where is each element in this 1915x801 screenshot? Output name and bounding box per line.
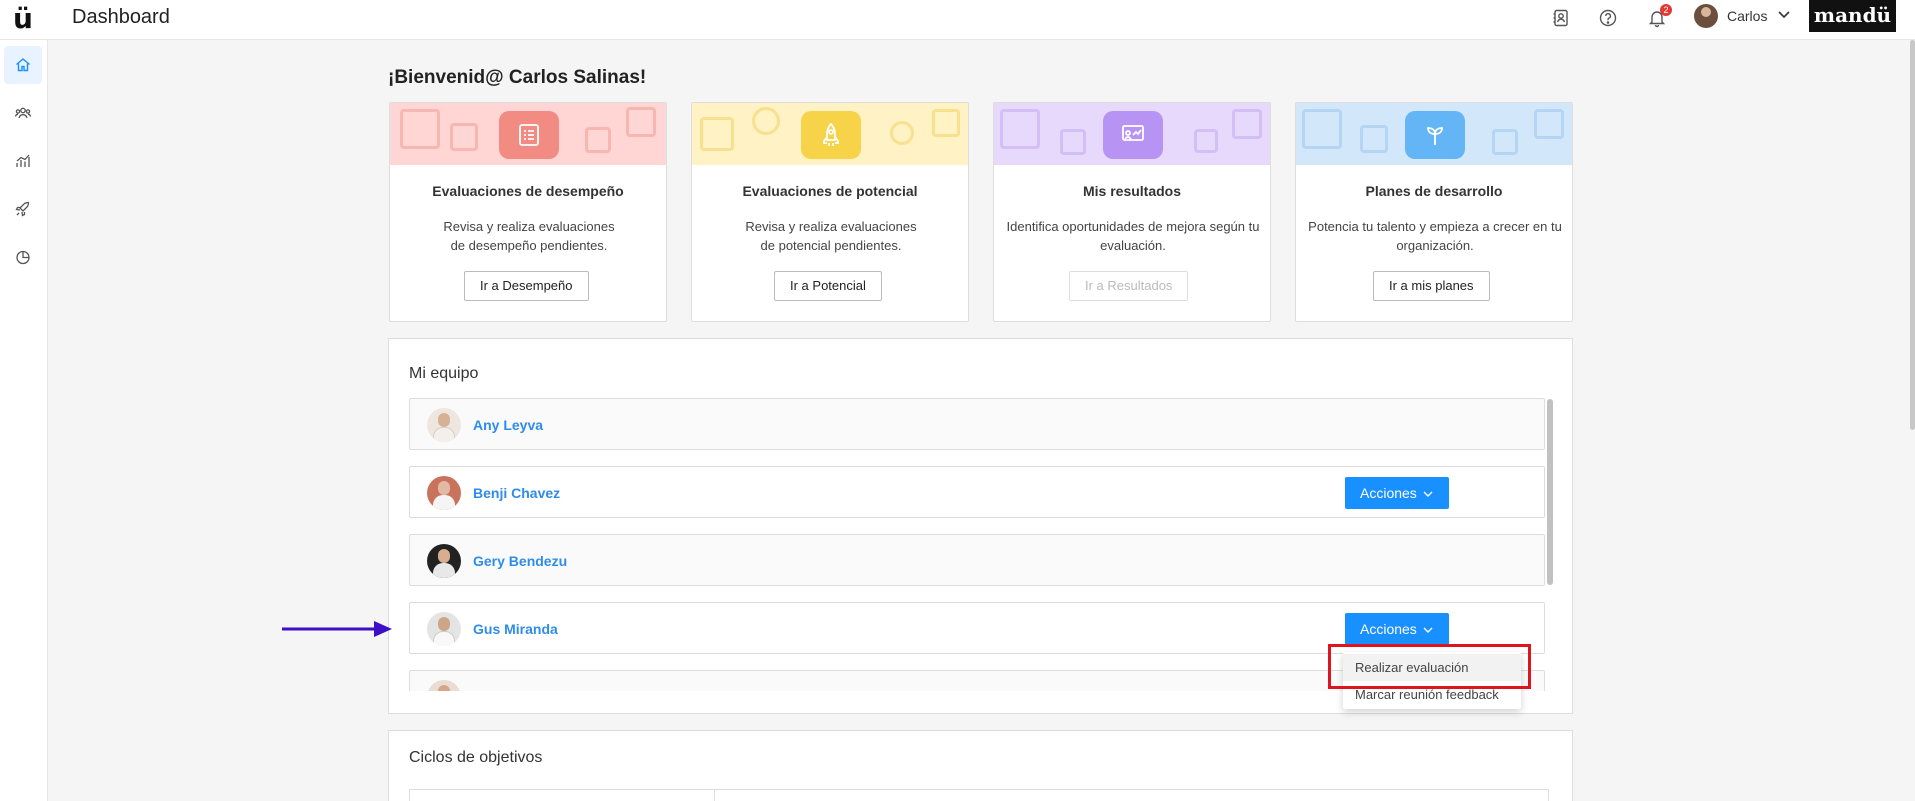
arrow-icon (282, 621, 392, 637)
notification-badge: 2 (1660, 4, 1672, 16)
sprout-icon (1405, 111, 1465, 159)
help-icon[interactable] (1597, 7, 1619, 29)
go-potential-button[interactable]: Ir a Potencial (774, 271, 882, 301)
top-bar: ü Dashboard 2 Carlos mandü (0, 0, 1915, 40)
member-name-link[interactable]: Gery Bendezu (473, 553, 567, 569)
card-potencial: Evaluaciones de potencial Revisa y reali… (691, 102, 969, 322)
go-results-button: Ir a Resultados (1069, 271, 1189, 301)
chevron-down-icon (1423, 627, 1433, 633)
card-title: Planes de desarrollo (1365, 183, 1503, 199)
welcome-heading: ¡Bienvenid@ Carlos Salinas! (388, 67, 647, 88)
analytics-icon (16, 154, 30, 167)
card-description: Potencia tu talento y empieza a crecer e… (1308, 219, 1562, 253)
sidebar (0, 40, 48, 801)
sidebar-item-home[interactable] (4, 46, 42, 84)
brand-logo: mandü (1809, 0, 1896, 32)
sidebar-item-reports[interactable] (4, 238, 42, 276)
chevron-down-icon (1423, 491, 1433, 497)
team-row: Benji Chavez Acciones (409, 466, 1545, 518)
home-icon (16, 58, 30, 72)
contacts-icon[interactable] (1550, 7, 1572, 29)
pie-chart-icon (16, 250, 30, 265)
card-resultados: Mis resultados Identifica oportunidades … (993, 102, 1271, 322)
rocket-icon (801, 111, 861, 159)
rocket-icon (15, 201, 30, 217)
team-row: Any Leyva (409, 398, 1545, 450)
member-name-link[interactable]: Gus Miranda (473, 621, 558, 637)
avatar (427, 680, 461, 691)
highlight-box (1328, 644, 1531, 689)
checklist-icon (499, 111, 559, 159)
actions-button[interactable]: Acciones (1345, 613, 1449, 645)
card-description: Revisa y realiza evaluaciones de desempeñ… (443, 219, 615, 253)
card-title: Mis resultados (1082, 183, 1182, 199)
card-title: Evaluaciones de potencial (742, 183, 918, 199)
chevron-down-icon[interactable] (1776, 6, 1792, 22)
avatar (427, 612, 461, 646)
go-performance-button[interactable]: Ir a Desempeño (464, 271, 589, 301)
avatar (427, 408, 461, 442)
presentation-icon (1103, 111, 1163, 159)
app-logo[interactable]: ü (13, 2, 33, 35)
team-row: Gery Bendezu (409, 534, 1545, 586)
sidebar-item-team[interactable] (4, 94, 42, 132)
team-list-scrollbar[interactable] (1547, 399, 1553, 585)
member-name-link[interactable]: Any Leyva (473, 417, 543, 433)
user-name[interactable]: Carlos (1727, 8, 1767, 24)
team-panel-title: Mi equipo (409, 365, 479, 382)
actions-button[interactable]: Acciones (1345, 477, 1449, 509)
bell-icon[interactable]: 2 (1646, 4, 1672, 29)
card-description: Revisa y realiza evaluaciones de potencia… (745, 219, 917, 253)
page-scrollbar[interactable] (1910, 40, 1915, 430)
avatar (427, 476, 461, 510)
avatar (427, 544, 461, 578)
objectives-panel: Ciclos de objetivos (388, 730, 1573, 801)
page-title: Dashboard (72, 6, 170, 28)
objectives-table (409, 789, 1549, 801)
card-planes: Planes de desarrollo Potencia tu talento… (1295, 102, 1573, 322)
card-desempeno: Evaluaciones de desempeño Revisa y reali… (389, 102, 667, 322)
card-title: Evaluaciones de desempeño (432, 183, 624, 199)
card-description: Identifica oportunidades de mejora según… (1006, 219, 1260, 253)
objectives-panel-title: Ciclos de objetivos (409, 749, 543, 766)
go-plans-button[interactable]: Ir a mis planes (1373, 271, 1490, 301)
sidebar-item-analytics[interactable] (4, 142, 42, 180)
user-avatar[interactable] (1694, 4, 1718, 28)
sidebar-item-potential[interactable] (4, 190, 42, 228)
team-icon (14, 107, 32, 119)
member-name-link[interactable]: Benji Chavez (473, 485, 560, 501)
